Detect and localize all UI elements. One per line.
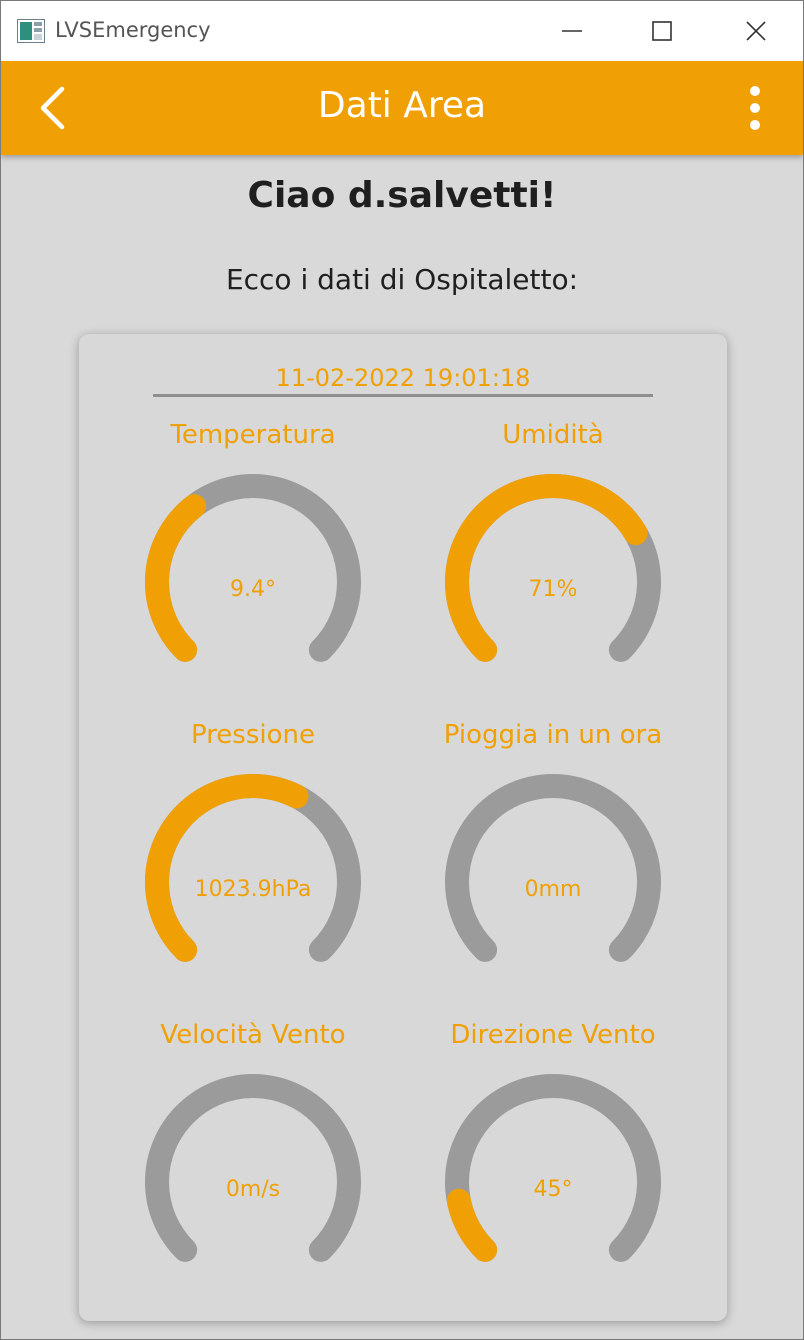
gauge-fill	[446, 1188, 498, 1262]
app-window: LVSEmergency Dati Area Ciao d.salvetti! …	[0, 0, 804, 1340]
gauge-temperature: Temperatura 9.4°	[103, 334, 403, 662]
minimize-icon	[562, 30, 582, 32]
gauge-pressure: Pressione 1023.9hPa	[103, 634, 403, 962]
gauge-label: Velocità Vento	[160, 1020, 346, 1050]
gauge-dial	[145, 1074, 361, 1262]
gauge-track	[445, 1074, 661, 1262]
greeting-heading: Ciao d.salvetti!	[247, 175, 557, 216]
gauge-label: Pressione	[190, 720, 316, 750]
location-subtitle: Ecco i dati di Ospitaletto:	[225, 263, 579, 296]
more-vertical-icon	[750, 86, 760, 130]
maximize-icon	[652, 21, 672, 41]
gauge-track	[145, 1074, 361, 1262]
gauge-label: Pioggia in un ora	[443, 720, 663, 750]
gauge-value: 45°	[533, 1177, 573, 1202]
page-title: Dati Area	[317, 85, 487, 126]
gauge-value: 0mm	[524, 877, 582, 902]
gauge-value: 1023.9hPa	[194, 877, 312, 902]
weather-data-card: 11-02-2022 19:01:18 Temperatura 9.4° Umi…	[79, 334, 727, 1321]
gauge-label: Temperatura	[170, 420, 336, 450]
gauge-value: 71%	[528, 577, 578, 602]
window-title: LVSEmergency	[55, 18, 211, 42]
gauge-rain: Pioggia in un ora 0mm	[403, 634, 703, 962]
gauge-fill	[145, 774, 309, 962]
gauge-humidity: Umidità 71%	[403, 334, 703, 662]
minimize-button[interactable]	[549, 11, 595, 51]
window-titlebar: LVSEmergency	[1, 1, 803, 61]
gauge-value: 9.4°	[230, 577, 276, 602]
gauge-fill	[445, 474, 648, 662]
close-icon	[746, 21, 766, 41]
gauge-label: Umidità	[502, 420, 604, 450]
gauge-track	[445, 774, 661, 962]
gauge-dial	[445, 1074, 661, 1262]
overflow-menu-button[interactable]	[731, 83, 779, 133]
app-icon	[17, 19, 45, 43]
gauge-label: Direzione Vento	[450, 1020, 656, 1050]
app-bar: Dati Area	[1, 61, 803, 155]
gauge-wind-speed: Velocità Vento 0m/s	[103, 934, 403, 1262]
gauge-value: 0m/s	[225, 1177, 281, 1202]
maximize-button[interactable]	[639, 11, 685, 51]
close-button[interactable]	[733, 11, 779, 51]
gauge-wind-direction: Direzione Vento 45°	[403, 934, 703, 1262]
